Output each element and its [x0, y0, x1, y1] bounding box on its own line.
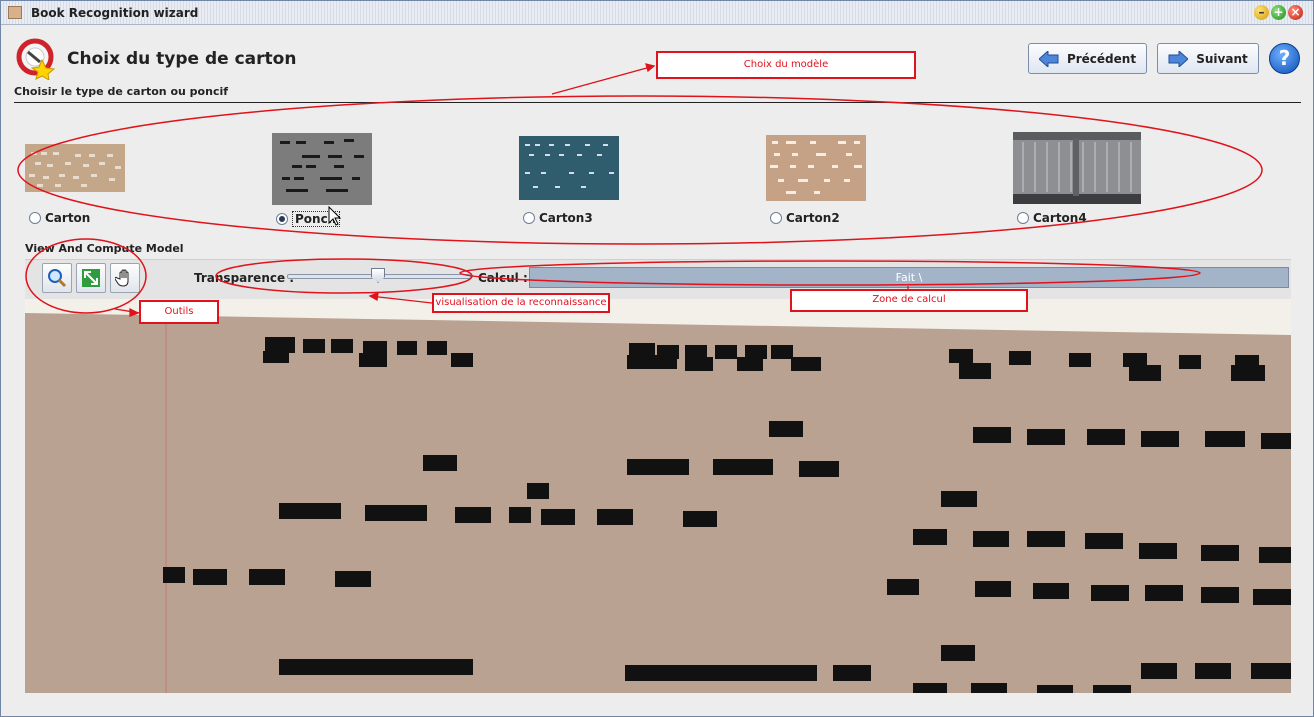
- pan-tool-button[interactable]: [110, 263, 140, 293]
- calcul-progress-bar: Fait \: [529, 267, 1289, 288]
- title-bar[interactable]: Book Recognition wizard – + ×: [1, 1, 1313, 25]
- magnifier-icon: [48, 269, 67, 288]
- transparency-label: Transparence :: [194, 271, 295, 285]
- transparency-slider-thumb[interactable]: [371, 268, 385, 283]
- progress-text: Fait \: [895, 271, 923, 284]
- model-thumbnail-carton4[interactable]: [1013, 132, 1141, 204]
- model-option-carton2[interactable]: Carton2: [770, 211, 840, 225]
- wizard-icon: [16, 38, 56, 80]
- minimize-button[interactable]: –: [1254, 5, 1269, 20]
- previous-button-label: Précédent: [1066, 51, 1137, 66]
- model-thumbnail-carton[interactable]: [25, 144, 125, 192]
- compute-toolbar: Transparence : Calcul : Fait \: [25, 259, 1291, 299]
- previous-button[interactable]: Précédent: [1028, 43, 1147, 74]
- header-divider: [14, 102, 1301, 103]
- page-title: Choix du type de carton: [67, 49, 297, 69]
- radio-carton4[interactable]: [1017, 212, 1029, 224]
- arrow-right-icon: [1168, 50, 1189, 67]
- window-title: Book Recognition wizard: [31, 6, 199, 20]
- page-subtitle: Choisir le type de carton ou poncif: [14, 85, 229, 98]
- model-label-carton3: Carton3: [539, 211, 593, 225]
- recognition-view[interactable]: [25, 299, 1291, 693]
- calcul-label: Calcul :: [478, 271, 528, 285]
- radio-carton3[interactable]: [523, 212, 535, 224]
- next-button-label: Suivant: [1196, 51, 1248, 66]
- annotation-model-choice: Choix du modèle: [656, 51, 916, 79]
- help-button[interactable]: ?: [1269, 43, 1300, 74]
- radio-poncif[interactable]: [276, 213, 288, 225]
- view-compute-section-label: View And Compute Model: [25, 242, 184, 255]
- radio-carton2[interactable]: [770, 212, 782, 224]
- model-thumbnail-poncif[interactable]: [272, 133, 372, 205]
- model-label-carton4: Carton4: [1033, 211, 1087, 225]
- model-option-carton4[interactable]: Carton4: [1017, 211, 1087, 225]
- wizard-window: Book Recognition wizard – + × Choix du t…: [0, 0, 1314, 717]
- fit-view-tool-button[interactable]: [76, 263, 106, 293]
- close-button[interactable]: ×: [1288, 5, 1303, 20]
- expand-arrows-icon: [82, 269, 100, 287]
- app-icon: [8, 6, 22, 19]
- annotation-tools: Outils: [139, 300, 219, 324]
- model-thumbnail-carton2[interactable]: [766, 135, 866, 201]
- mouse-cursor-icon: [328, 206, 342, 226]
- radio-carton[interactable]: [29, 212, 41, 224]
- model-label-carton2: Carton2: [786, 211, 840, 225]
- model-thumbnail-carton3[interactable]: [519, 136, 619, 200]
- next-button[interactable]: Suivant: [1157, 43, 1259, 74]
- zoom-tool-button[interactable]: [42, 263, 72, 293]
- hand-icon: [115, 269, 129, 287]
- model-option-carton[interactable]: Carton: [29, 211, 90, 225]
- arrow-left-icon: [1038, 50, 1059, 67]
- model-option-carton3[interactable]: Carton3: [523, 211, 593, 225]
- annotation-recognition-view: visualisation de la reconnaissance: [432, 293, 610, 313]
- annotation-compute-zone: Zone de calcul: [790, 289, 1028, 312]
- model-label-carton: Carton: [45, 211, 91, 225]
- maximize-button[interactable]: +: [1271, 5, 1286, 20]
- help-icon: ?: [1278, 46, 1291, 70]
